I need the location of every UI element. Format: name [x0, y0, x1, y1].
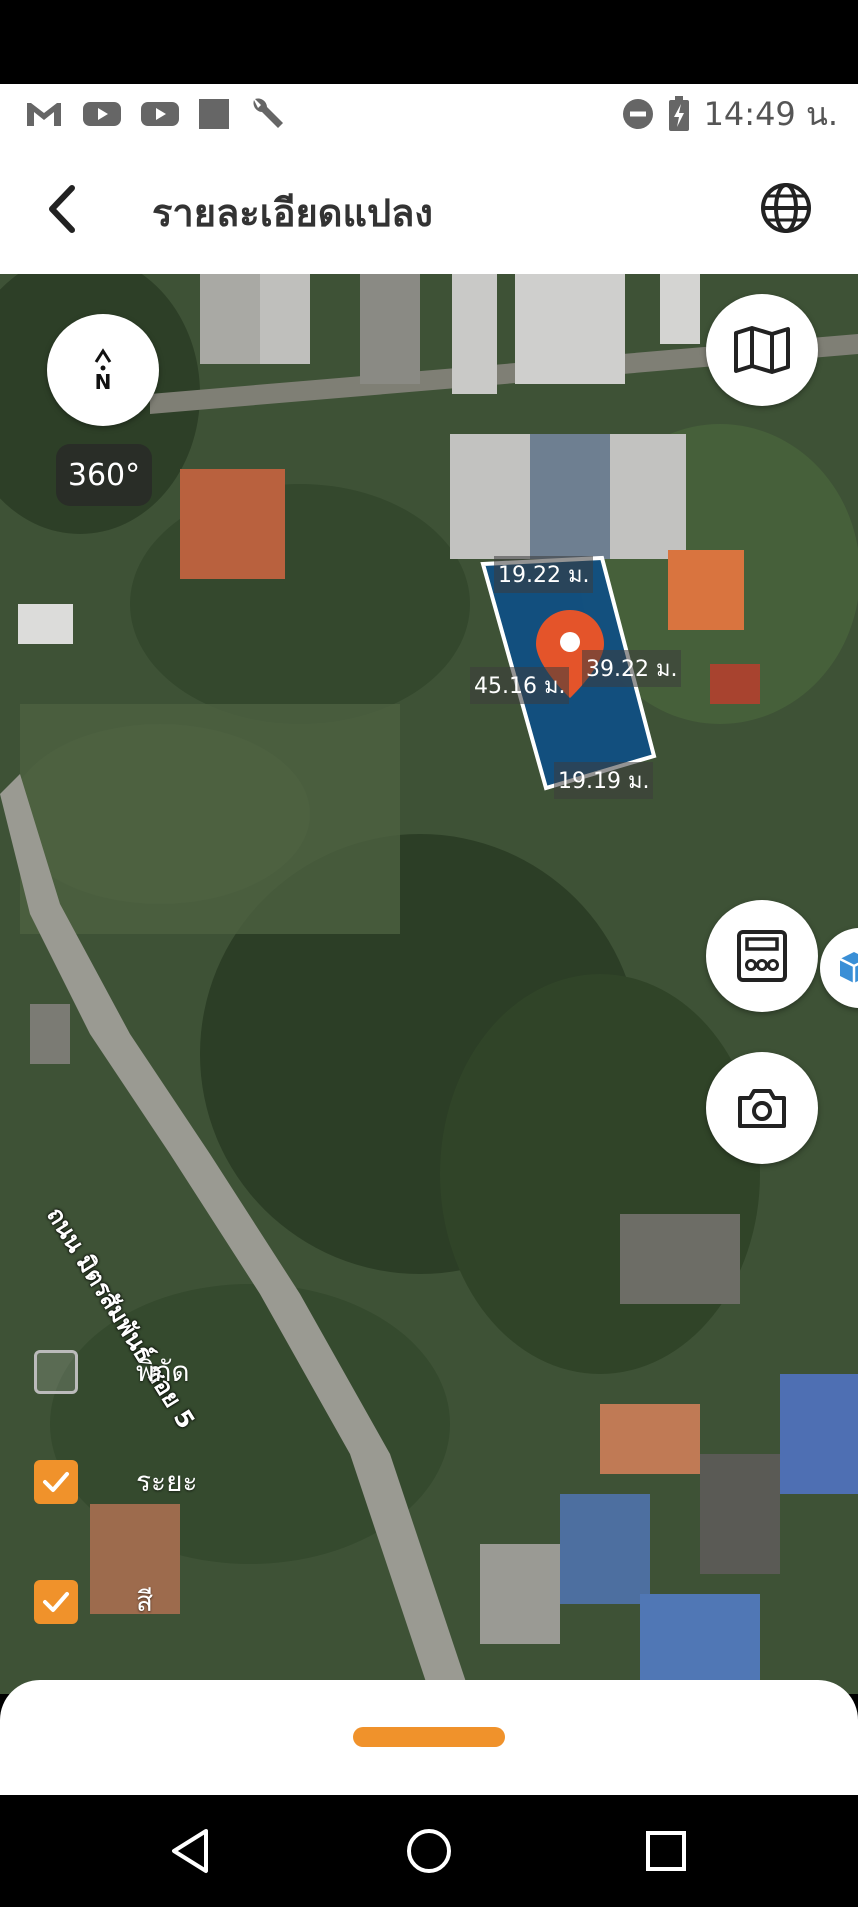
status-bar: 14:49 น. [0, 84, 858, 144]
layer-toggle-distance[interactable]: ระยะ [34, 1460, 198, 1504]
color-label: สี [136, 1585, 154, 1618]
recents-square-icon [646, 1831, 686, 1871]
app-header: รายละเอียดแปลง [0, 144, 858, 274]
parcel-bottom-dimension: 19.19 ม. [554, 762, 654, 799]
chevron-left-icon [49, 185, 75, 233]
compass-button[interactable]: N [47, 314, 159, 426]
map-style-button[interactable] [706, 294, 818, 406]
battery-charging-icon [668, 96, 689, 131]
globe-icon [761, 183, 811, 233]
rotation-degree-badge[interactable]: 360° [56, 444, 152, 506]
checkmark-icon [43, 1592, 69, 1612]
sheet-drag-handle[interactable] [353, 1727, 505, 1747]
wrench-icon [253, 98, 283, 128]
nav-recents-button[interactable] [640, 1825, 692, 1877]
checkmark-icon [43, 1472, 69, 1492]
color-checkbox[interactable] [34, 1580, 78, 1624]
cube-icon [839, 952, 858, 983]
bottom-sheet[interactable] [0, 1680, 858, 1795]
status-time: 14:49 น. [703, 94, 838, 133]
system-nav-bar [0, 1795, 858, 1907]
map-icon [734, 326, 790, 374]
back-triangle-icon [172, 1829, 208, 1873]
do-not-disturb-icon [622, 99, 653, 129]
youtube-icon [83, 102, 121, 126]
home-circle-icon [407, 1829, 451, 1873]
parcel-left-dimension: 45.16 ม. [470, 667, 570, 704]
distance-checkbox[interactable] [34, 1460, 78, 1504]
square-icon [199, 99, 229, 129]
gmail-icon [27, 103, 61, 126]
layer-toggle-color[interactable]: สี [34, 1580, 153, 1624]
back-button[interactable] [36, 174, 96, 244]
nav-home-button[interactable] [403, 1825, 455, 1877]
calculator-icon [737, 930, 787, 982]
parcel-right-dimension: 39.22 ม. [582, 650, 682, 687]
coordinates-checkbox[interactable] [34, 1350, 78, 1394]
nav-back-button[interactable] [166, 1825, 218, 1877]
youtube-icon [141, 102, 179, 126]
camera-cutout-bar [0, 0, 858, 84]
camera-icon [738, 1089, 786, 1128]
camera-button[interactable] [706, 1052, 818, 1164]
layer-toggle-coordinates[interactable]: พิกัด [34, 1350, 190, 1394]
page-title: รายละเอียดแปลง [152, 191, 433, 235]
satellite-map[interactable]: 19.22 ม. 39.22 ม. 45.16 ม. 19.19 ม. ถนน … [0, 274, 858, 1694]
language-button[interactable] [754, 176, 818, 240]
distance-label: ระยะ [136, 1465, 198, 1498]
compass-north-label: N [94, 370, 112, 394]
coordinates-label: พิกัด [136, 1355, 190, 1388]
north-arrow-icon [94, 348, 112, 363]
calculator-button[interactable] [706, 900, 818, 1012]
parcel-top-dimension: 19.22 ม. [494, 556, 594, 593]
